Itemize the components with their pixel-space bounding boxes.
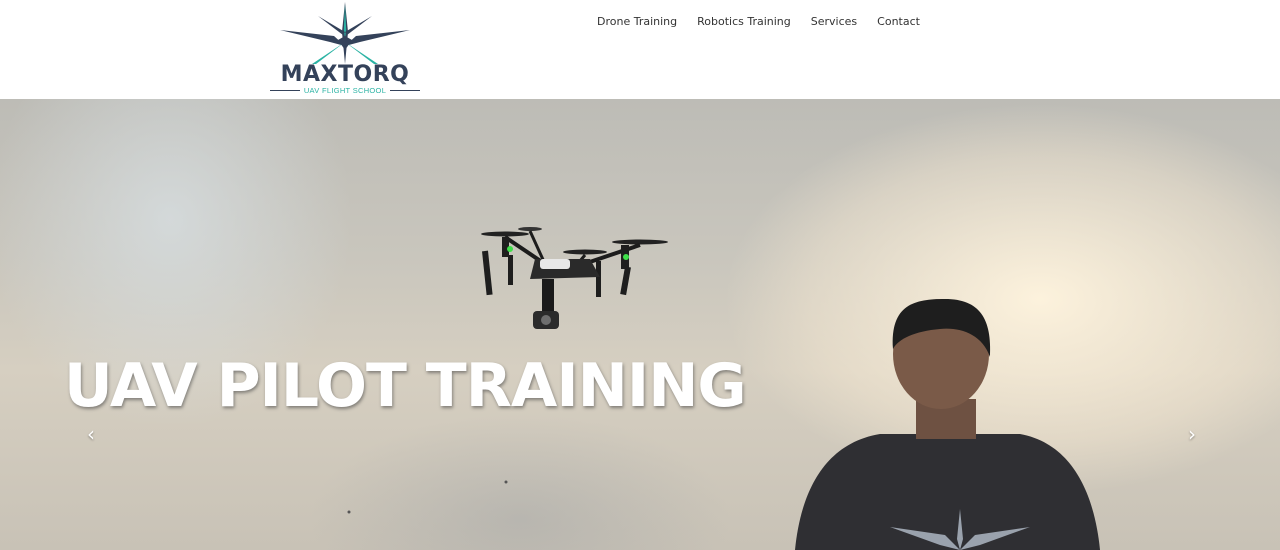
site-header: MAXTORQ UAV FLIGHT SCHOOL Drone Training…: [0, 0, 1280, 99]
nav-services[interactable]: Services: [811, 14, 857, 30]
brand-logo[interactable]: MAXTORQ UAV FLIGHT SCHOOL: [264, 2, 426, 96]
brand-tagline-wrap: UAV FLIGHT SCHOOL: [264, 86, 426, 95]
nav-drone-training[interactable]: Drone Training: [597, 14, 677, 30]
hero-slider: UAV PILOT TRAINING ‹ ›: [0, 99, 1280, 550]
pilot-silhouette: [795, 299, 1100, 550]
logo-star-icon: [280, 2, 410, 64]
slider-prev-button[interactable]: ‹: [79, 424, 103, 444]
nav-robotics-training[interactable]: Robotics Training: [697, 14, 791, 30]
hero-title: UAV PILOT TRAINING: [64, 351, 747, 421]
drone-illustration: [481, 227, 668, 329]
main-nav: Drone Training Robotics Training Service…: [597, 14, 940, 30]
chevron-right-icon: ›: [1188, 422, 1196, 446]
brand-tagline: UAV FLIGHT SCHOOL: [299, 86, 391, 95]
brand-name: MAXTORQ: [280, 62, 410, 87]
chevron-left-icon: ‹: [87, 422, 95, 446]
slider-next-button[interactable]: ›: [1180, 424, 1204, 444]
nav-contact[interactable]: Contact: [877, 14, 920, 30]
hero-image: [347, 227, 1100, 550]
